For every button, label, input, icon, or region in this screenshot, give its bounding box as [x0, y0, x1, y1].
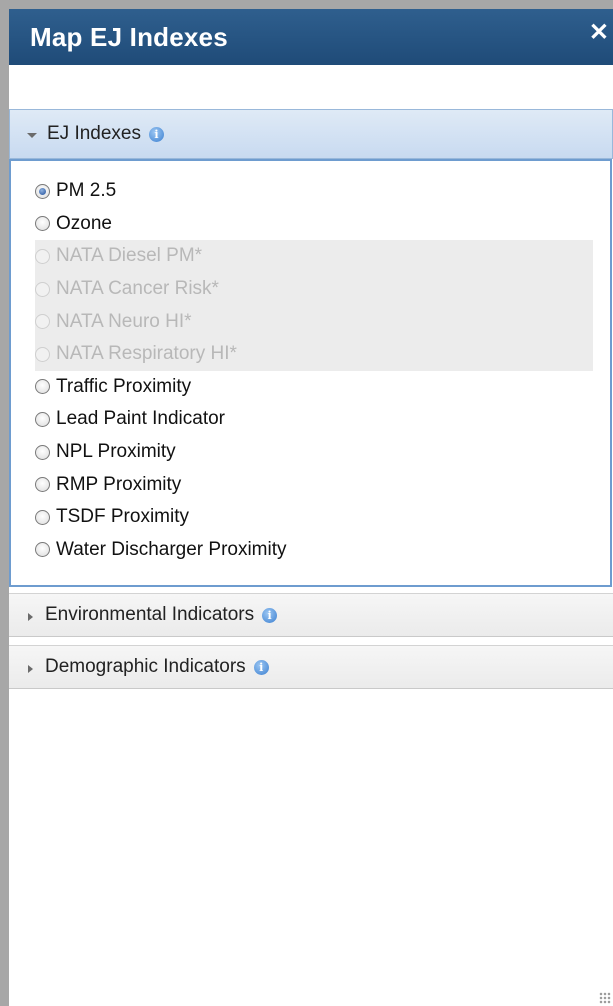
- option-label: Traffic Proximity: [56, 375, 192, 397]
- radio-option-lead-paint-indicator[interactable]: Lead Paint Indicator: [35, 403, 593, 436]
- option-label: PM 2.5: [56, 180, 117, 202]
- radio-button[interactable]: [35, 379, 50, 395]
- chevron-down-icon: [27, 132, 37, 138]
- radio-button-checked[interactable]: [35, 183, 50, 199]
- option-label: TSDF Proximity: [56, 506, 189, 528]
- radio-option-nata-neuro-hi: NATA Neuro HI*: [35, 305, 593, 338]
- section-label: Demographic Indicators: [45, 656, 246, 677]
- radio-button[interactable]: [35, 444, 50, 460]
- section-header-environmental-indicators[interactable]: Environmental Indicators i: [9, 593, 613, 637]
- chevron-right-icon: [28, 664, 33, 673]
- option-label: Ozone: [56, 212, 112, 234]
- radio-button[interactable]: [35, 509, 50, 525]
- section-label: EJ Indexes: [47, 123, 141, 144]
- section-label: Environmental Indicators: [45, 604, 255, 625]
- map-ej-indexes-dialog: Map EJ Indexes ✕ EJ Indexes i PM 2.5 Ozo…: [0, 0, 613, 1006]
- resize-grip-icon[interactable]: [599, 992, 611, 1004]
- info-icon[interactable]: i: [253, 659, 269, 675]
- option-label: NATA Diesel PM*: [56, 245, 203, 267]
- radio-button[interactable]: [35, 542, 50, 558]
- option-label: Lead Paint Indicator: [56, 408, 226, 430]
- radio-button-disabled: [35, 314, 50, 330]
- radio-button-disabled: [35, 346, 50, 362]
- chevron-right-icon: [28, 612, 33, 621]
- option-label: NATA Cancer Risk*: [56, 278, 219, 300]
- info-icon[interactable]: i: [262, 607, 278, 623]
- option-label: NPL Proximity: [56, 441, 176, 463]
- radio-button[interactable]: [35, 477, 50, 493]
- radio-option-pm25[interactable]: PM 2.5: [35, 175, 593, 208]
- option-label: NATA Neuro HI*: [56, 310, 192, 332]
- option-label: NATA Respiratory HI*: [56, 343, 237, 365]
- radio-button[interactable]: [35, 411, 50, 427]
- dialog-titlebar[interactable]: Map EJ Indexes ✕: [9, 9, 613, 65]
- option-label: Water Discharger Proximity: [56, 538, 287, 560]
- option-label: RMP Proximity: [56, 473, 182, 495]
- info-icon[interactable]: i: [149, 126, 164, 142]
- radio-option-nata-diesel-pm: NATA Diesel PM*: [35, 240, 593, 273]
- dialog-title: Map EJ Indexes: [30, 21, 228, 52]
- radio-option-water-discharger-proximity[interactable]: Water Discharger Proximity: [35, 534, 593, 567]
- radio-button[interactable]: [35, 216, 50, 232]
- radio-button-disabled: [35, 281, 50, 297]
- radio-option-tsdf-proximity[interactable]: TSDF Proximity: [35, 501, 593, 534]
- radio-option-rmp-proximity[interactable]: RMP Proximity: [35, 468, 593, 501]
- radio-option-npl-proximity[interactable]: NPL Proximity: [35, 436, 593, 469]
- radio-option-nata-respiratory-hi: NATA Respiratory HI*: [35, 337, 593, 371]
- radio-option-ozone[interactable]: Ozone: [35, 208, 593, 241]
- close-icon[interactable]: ✕: [589, 21, 609, 45]
- radio-option-nata-cancer-risk: NATA Cancer Risk*: [35, 272, 593, 306]
- radio-option-traffic-proximity[interactable]: Traffic Proximity: [35, 371, 593, 404]
- section-header-demographic-indicators[interactable]: Demographic Indicators i: [9, 645, 613, 689]
- ej-indexes-options: PM 2.5 Ozone NATA Diesel PM* NATA Cancer…: [9, 159, 612, 587]
- section-header-ej-indexes[interactable]: EJ Indexes i: [9, 109, 613, 159]
- radio-button-disabled: [35, 248, 50, 264]
